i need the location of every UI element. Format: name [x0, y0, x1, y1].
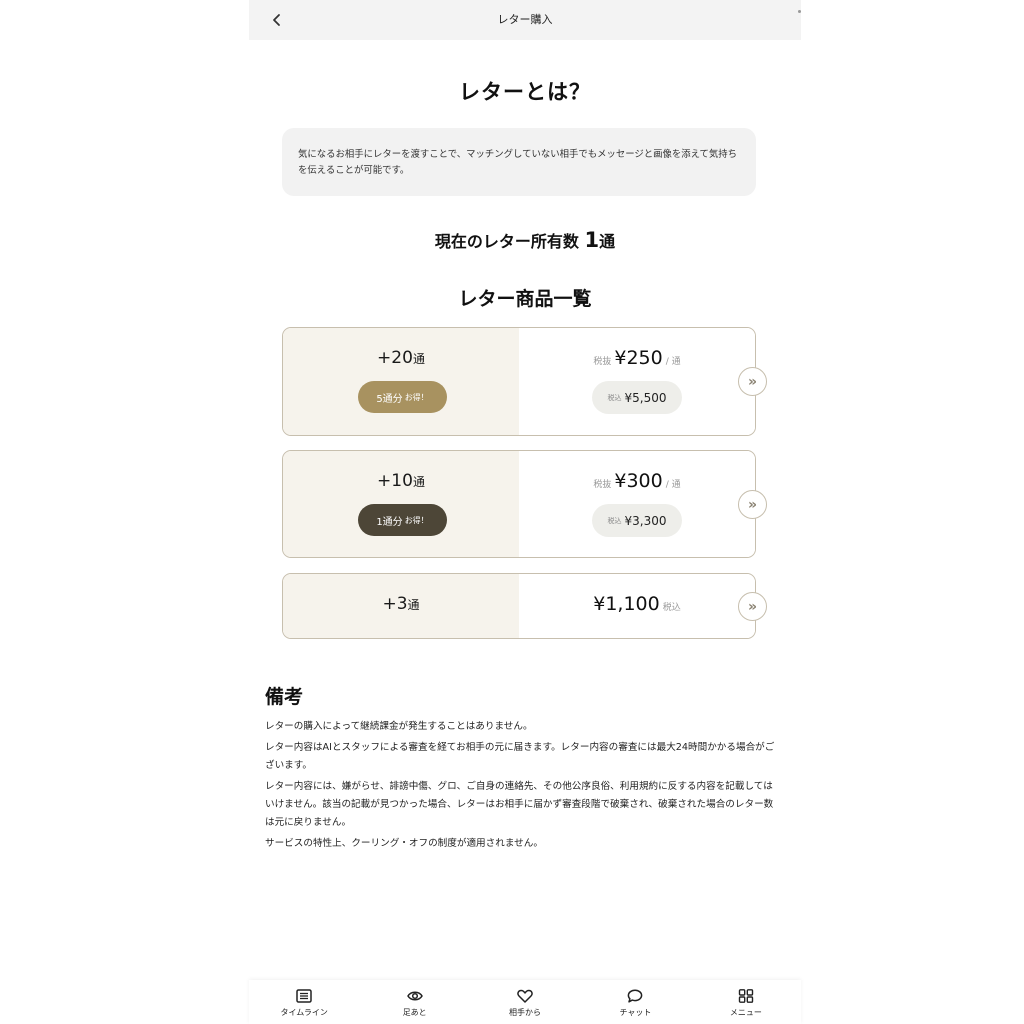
double-chevron-right-icon[interactable]: » — [738, 592, 767, 621]
product-qty: +10通 — [377, 471, 425, 491]
chat-icon — [628, 989, 643, 1003]
nav-label: メニュー — [729, 1008, 762, 1017]
bottom-navigation: タイムライン 足あと 相手から チャット メニュー — [249, 980, 801, 1024]
nav-label: 足あと — [402, 1008, 427, 1017]
tax-included-price: 税込 ¥3,300 — [592, 504, 682, 537]
product-price-panel: 税抜 ¥300/ 通 税込 ¥3,300 — [519, 451, 755, 557]
note-item: レター内容には、嫌がらせ、誹謗中傷、グロ、ご自身の連絡先、その他公序良俗、利用規… — [265, 781, 774, 828]
grid-icon — [738, 989, 754, 1003]
product-price-panel: 税抜 ¥250/ 通 税込 ¥5,500 — [519, 328, 755, 435]
note-item: レターの購入によって継続課金が発生することはありません。 — [265, 721, 533, 732]
product-card-10[interactable]: +10通 1通分 お得！ 税抜 ¥300/ 通 税込 ¥3,300 » — [282, 450, 767, 558]
nav-from-others[interactable]: 相手から — [470, 980, 580, 1024]
product-card-3[interactable]: +3通 ¥1,100 税込 » — [282, 573, 767, 639]
products-title: レター商品一覧 — [458, 288, 592, 310]
notes-list: レターの購入によって継続課金が発生することはありません。 レター内容はAIとスタ… — [265, 718, 775, 856]
nav-label: 相手から — [509, 1008, 542, 1017]
intro-description: 気になるお相手にレターを渡すことで、マッチングしていない相手でもメッセージと画像… — [298, 149, 738, 176]
total-price: ¥1,100 税込 — [593, 593, 681, 615]
list-icon — [296, 989, 312, 1003]
nav-label: タイムライン — [280, 1008, 328, 1017]
tax-included-price: 税込 ¥5,500 — [592, 381, 682, 414]
owned-count: 1 — [584, 228, 600, 252]
heart-icon — [517, 989, 533, 1003]
nav-chat[interactable]: チャット — [580, 980, 690, 1024]
note-item: レター内容はAIとスタッフによる審査を経てお相手の元に届きます。レター内容の審査… — [265, 742, 775, 771]
unit-price: 税抜 ¥250/ 通 — [593, 347, 681, 369]
double-chevron-right-icon[interactable]: » — [738, 367, 767, 396]
product-qty-panel: +10通 1通分 お得！ — [283, 451, 519, 557]
owned-label: 現在のレター所有数 — [434, 232, 579, 251]
owned-count-line: 現在のレター所有数 1通 — [249, 228, 801, 252]
double-chevron-right-icon[interactable]: » — [738, 490, 767, 519]
discount-badge: 1通分 お得！ — [358, 504, 447, 536]
status-dot — [798, 10, 801, 13]
unit-price: 税抜 ¥300/ 通 — [593, 470, 681, 492]
notes-title: 備考 — [265, 686, 304, 708]
product-qty-panel: +3通 — [283, 574, 519, 638]
nav-footprints[interactable]: 足あと — [359, 980, 469, 1024]
discount-badge: 5通分 お得！ — [358, 381, 447, 413]
header-bar: レター購入 — [249, 0, 801, 40]
intro-title: レターとは？ — [459, 80, 591, 104]
letter-purchase-screen: レター購入 レターとは？ 気になるお相手にレターを渡すことで、マッチングしていな… — [249, 0, 801, 1024]
product-qty-panel: +20通 5通分 お得！ — [283, 328, 519, 435]
header-title: レター購入 — [497, 13, 553, 26]
nav-timeline[interactable]: タイムライン — [249, 980, 359, 1024]
owned-unit: 通 — [599, 232, 616, 251]
product-qty: +3通 — [382, 594, 420, 614]
product-qty: +20通 — [377, 348, 425, 368]
product-card-20[interactable]: +20通 5通分 お得！ 税抜 ¥250/ 通 税込 ¥5,500 » — [282, 327, 767, 436]
nav-label: チャット — [619, 1008, 652, 1017]
eye-icon — [406, 991, 423, 1001]
nav-menu[interactable]: メニュー — [691, 980, 801, 1024]
product-price-panel: ¥1,100 税込 — [519, 574, 755, 638]
note-item: サービスの特性上、クーリング・オフの制度が適用されません。 — [265, 838, 543, 849]
intro-description-box: 気になるお相手にレターを渡すことで、マッチングしていない相手でもメッセージと画像… — [282, 128, 756, 196]
